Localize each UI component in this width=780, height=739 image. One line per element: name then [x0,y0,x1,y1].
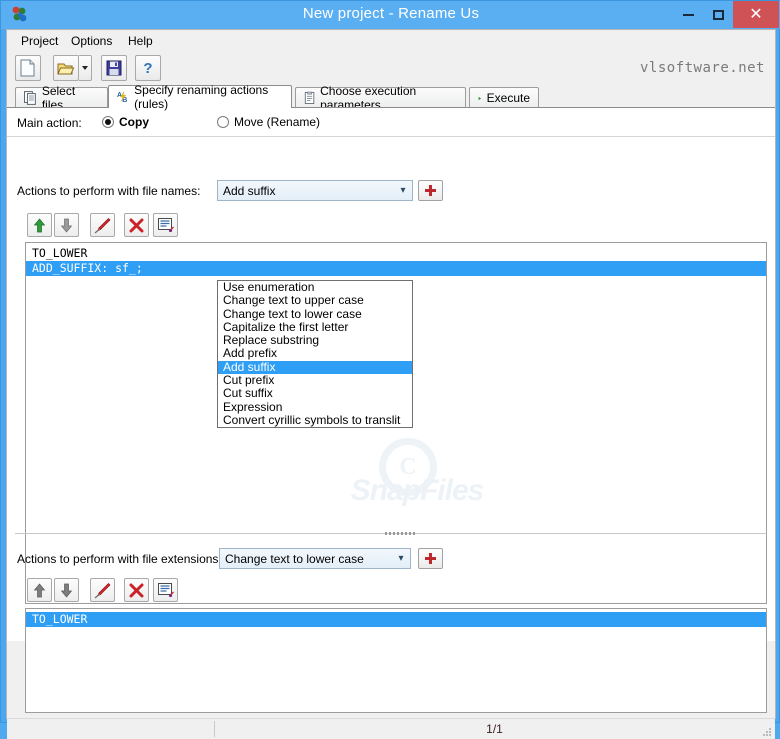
tab-label: Execute [486,91,530,105]
filenames-move-up-button[interactable] [27,213,52,237]
play-icon [478,96,482,100]
main-action-label: Main action: [17,116,82,130]
tab-choose-execution-parameters[interactable]: Choose execution parameters [295,84,466,112]
filenames-edit-list-button[interactable] [153,213,178,237]
question-mark-icon: ? [143,59,153,77]
menu-item-project[interactable]: Project [15,33,64,49]
plus-icon [425,553,436,564]
extensions-delete-rule-button[interactable] [124,578,149,602]
pane-splitter[interactable] [15,530,767,537]
open-project-dropdown-button[interactable] [79,55,92,81]
filenames-action-combo[interactable]: Add suffix ▾ [217,180,413,201]
radio-label: Copy [119,115,149,129]
pen-icon [94,582,111,598]
dropdown-option[interactable]: Capitalize the first letter [218,320,412,334]
maximize-button[interactable] [703,1,733,28]
filenames-edit-rule-button[interactable] [90,213,115,237]
filenames-action-dropdown-list[interactable]: Use enumeration Change text to upper cas… [217,280,413,429]
title-bar: New project - Rename Us ✕ [1,1,780,29]
extensions-move-up-button[interactable] [27,578,52,602]
window-title: New project - Rename Us [302,5,480,22]
main-action-row: Main action: Copy Move (Rename) [7,108,775,137]
dropdown-option[interactable]: Use enumeration [218,280,412,294]
combo-value: Add suffix [223,183,276,198]
edit-list-icon [157,582,174,597]
open-project-button[interactable] [53,55,79,81]
menu-bar: Project Options Help [7,30,775,53]
add-extension-rule-button[interactable] [418,548,443,569]
dropdown-option[interactable]: Cut suffix [218,387,412,401]
tab-select-files[interactable]: Select files [15,84,108,112]
edit-list-icon [157,217,174,232]
extensions-move-down-button[interactable] [54,578,79,602]
minimize-icon [682,13,694,16]
dropdown-option[interactable]: Add prefix [218,347,412,361]
arrow-down-icon [60,583,73,598]
dropdown-option[interactable]: Expression [218,400,412,414]
application-window: New project - Rename Us ✕ Project Option… [0,0,780,739]
pen-icon [94,217,111,233]
dropdown-option[interactable]: Replace substring [218,333,412,347]
save-floppy-icon [106,60,122,76]
arrow-up-icon [33,582,46,597]
red-x-icon [129,583,144,597]
chevron-down-icon [82,66,88,70]
close-icon: ✕ [749,5,763,23]
list-item[interactable]: ADD_SUFFIX: sf_; [26,261,766,276]
radio-dot-icon [102,116,114,128]
dropdown-option[interactable]: Convert cyrillic symbols to translit [218,413,412,427]
extensions-rules-list[interactable]: TO_LOWER [25,608,767,713]
list-item[interactable]: TO_LOWER [26,246,766,261]
radio-move-rename[interactable]: Move (Rename) [217,115,320,129]
dropdown-option-selected[interactable]: Add suffix [218,360,412,375]
tab-label: Specify renaming actions (rules) [134,83,269,111]
tab-specify-renaming-actions[interactable]: A B Specify renaming actions (rules) [108,83,292,111]
combo-value: Change text to lower case [225,551,364,566]
status-count: 1/1 [486,722,503,736]
extensions-edit-rule-button[interactable] [90,578,115,602]
client-area: Project Options Help ? vlsoftware.net Se… [6,29,776,739]
help-button[interactable]: ? [135,55,161,81]
dropdown-option[interactable]: Change text to lower case [218,307,412,321]
filenames-delete-rule-button[interactable] [124,213,149,237]
radio-dot-icon [217,116,229,128]
menu-item-help[interactable]: Help [122,33,159,49]
dropdown-option[interactable]: Cut prefix [218,373,412,387]
filenames-move-down-button[interactable] [54,213,79,237]
minimize-button[interactable] [673,1,703,28]
extensions-section-label: Actions to perform with file extensions: [17,552,222,566]
filenames-section-label: Actions to perform with file names: [17,184,201,198]
splitter-grip [385,532,415,535]
maximize-icon [712,9,724,20]
arrow-down-icon [60,218,73,233]
chevron-down-icon: ▾ [398,553,404,564]
dropdown-option[interactable]: Change text to upper case [218,293,412,307]
status-bar: 1/1 [7,718,775,739]
resize-grip[interactable] [762,727,772,737]
plus-icon [425,185,436,196]
list-item[interactable]: TO_LOWER [26,612,766,627]
tab-execute[interactable]: Execute [469,87,539,108]
radio-label: Move (Rename) [234,115,321,129]
new-project-button[interactable] [15,55,41,81]
brand-label: vlsoftware.net [639,60,765,76]
red-x-icon [129,218,144,232]
save-project-button[interactable] [101,55,127,81]
arrow-up-icon [33,217,46,232]
close-button[interactable]: ✕ [733,1,779,28]
tab-bar: Select files A B Specify renaming action… [7,83,775,112]
toolbar: ? vlsoftware.net [7,52,775,86]
menu-item-options[interactable]: Options [65,33,118,49]
extensions-action-combo[interactable]: Change text to lower case ▾ [219,548,411,569]
extensions-edit-list-button[interactable] [153,578,178,602]
new-document-icon [20,59,35,77]
svg-text:A: A [117,92,122,99]
chevron-down-icon: ▾ [400,185,406,196]
parameters-icon [304,91,315,104]
ab-icon: A B [117,91,127,104]
radio-copy[interactable]: Copy [102,115,149,129]
add-filename-rule-button[interactable] [418,180,443,201]
files-icon [24,91,36,105]
open-folder-icon [57,63,75,74]
